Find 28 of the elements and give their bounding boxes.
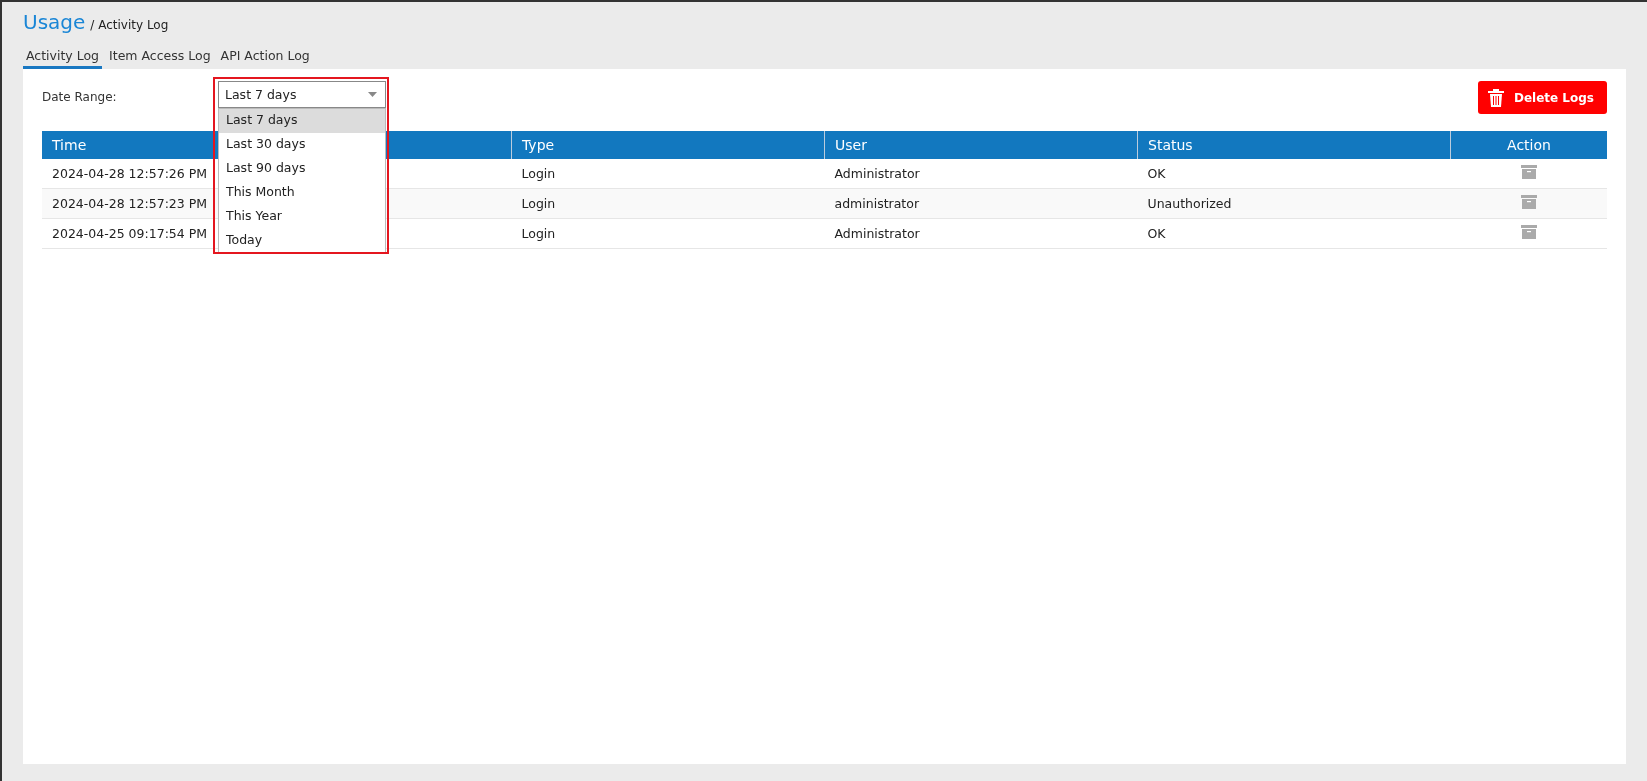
delete-logs-button[interactable]: Delete Logs [1477,81,1607,114]
archive-icon[interactable] [1520,165,1537,179]
dropdown-option[interactable]: Last 7 days [219,109,385,133]
column-header: Type [511,131,825,159]
table-cell: OK [1137,218,1451,249]
table-cell: Administrator [824,218,1138,249]
tab[interactable]: Item Access Log [106,46,214,69]
dropdown-option[interactable]: Today [219,229,385,253]
table-cell: Unauthorized [1137,188,1451,219]
table-cell: administrator [824,188,1138,219]
caret-icon [368,92,377,97]
column-header: User [824,131,1138,159]
date-range-select[interactable]: Last 7 days [218,81,386,108]
table-cell: Login [511,159,825,189]
trash-icon [1487,88,1504,107]
dropdown-option[interactable]: Last 90 days [219,157,385,181]
tab[interactable]: API Action Log [217,46,313,69]
date-range-label: Date Range: [42,90,118,104]
column-header: Action [1450,131,1607,159]
archive-icon[interactable] [1520,225,1537,239]
table-cell: OK [1137,159,1451,189]
breadcrumb-trail: / Activity Log [90,18,169,32]
table-cell: Login [511,188,825,219]
archive-icon[interactable] [1520,195,1537,209]
column-header: Status [1137,131,1451,159]
table-cell: Login [511,218,825,249]
dropdown-option[interactable]: Last 30 days [219,133,385,157]
table-cell: Administrator [824,159,1138,189]
